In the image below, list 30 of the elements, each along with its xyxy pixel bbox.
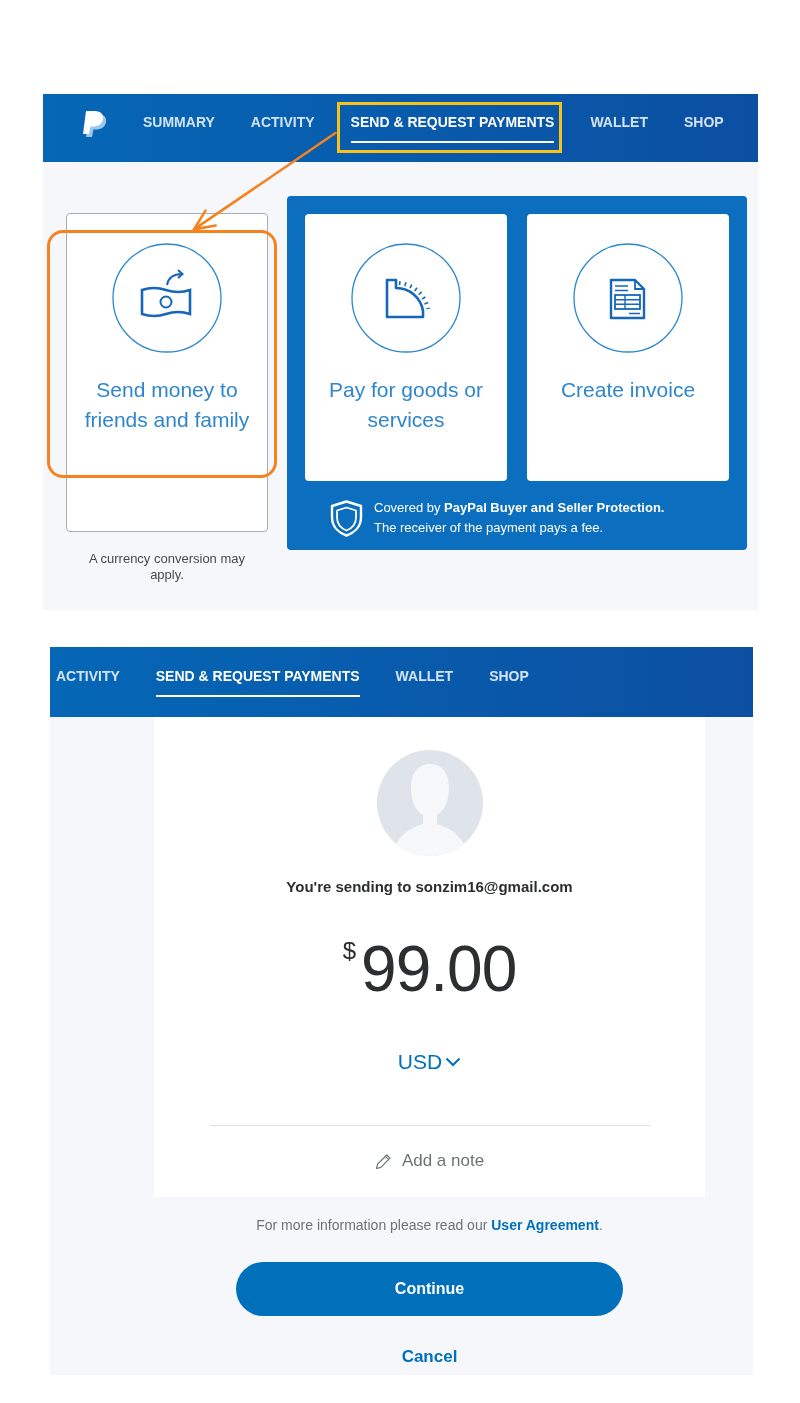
avatar-icon [376,750,483,856]
currency-symbol: $ [342,939,357,963]
nav-tab[interactable]: SHOP [683,102,724,143]
nav-tab[interactable]: ACTIVITY [250,102,315,143]
nav-tab[interactable]: SEND & REQUEST PAYMENTS [155,656,360,697]
option-card[interactable]: Send money to friends and family [66,213,268,532]
option-card[interactable]: Pay for goods or services [305,214,507,481]
nav-tab[interactable]: WALLET [590,102,648,143]
option-card[interactable]: Create invoice [527,214,729,481]
amount-value[interactable]: 99.00 [361,937,517,1001]
protection-note: Covered by PayPal Buyer and Seller Protection. [374,499,665,517]
conversion-note: A currency conversion may apply. [87,551,247,583]
nav-tab[interactable]: SHOP [489,656,529,697]
user-agreement-link[interactable]: User Agreement [491,1217,599,1233]
recipient-text: You're sending to sonzim16@gmail.com [286,877,573,897]
protection-note: The receiver of the payment pays a fee. [374,519,605,537]
currency-dropdown[interactable]: USD [397,1049,462,1075]
shield-icon [330,499,363,537]
nav-tab[interactable]: ACTIVITY [56,656,120,697]
cancel-link[interactable]: Cancel [401,1346,458,1368]
nav-tab[interactable]: SUMMARY [143,102,215,143]
chevron-down-icon [445,1057,462,1067]
document-table-icon [573,243,683,353]
add-note-button[interactable]: Add a note [374,1150,485,1172]
agreement-text: For more information please read our User Agreement. [256,1216,603,1235]
nav-tab[interactable]: SEND & REQUEST PAYMENTS [350,102,555,143]
continue-button[interactable]: Continue [236,1262,623,1316]
nav-tab[interactable]: WALLET [395,656,454,697]
pencil-icon [374,1152,392,1170]
arc-ruler-icon [351,243,461,353]
